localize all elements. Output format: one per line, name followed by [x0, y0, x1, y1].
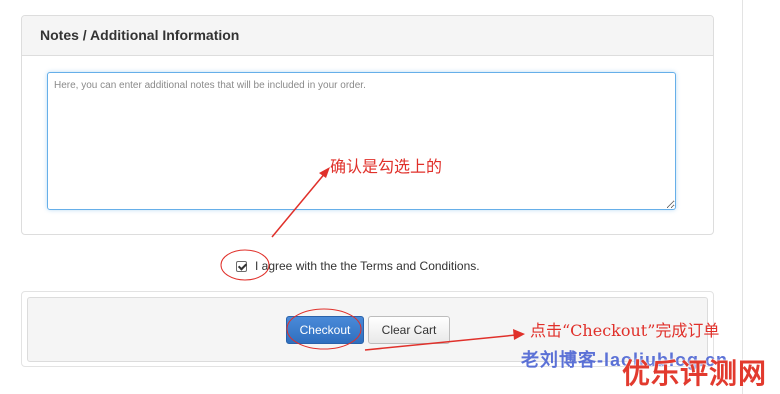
panel-title: Notes / Additional Information — [22, 16, 713, 56]
annotation-confirm-checked: 确认是勾选上的 — [330, 157, 443, 176]
annotation-click-checkout: 点击“Checkout”完成订单 — [530, 321, 720, 340]
terms-row[interactable]: I agree with the the Terms and Condition… — [236, 258, 480, 274]
terms-checkbox[interactable] — [236, 260, 247, 272]
checkout-button[interactable]: Checkout — [286, 316, 364, 344]
notes-panel: Notes / Additional Information — [21, 15, 714, 235]
notes-textarea[interactable] — [47, 72, 676, 210]
right-divider — [742, 0, 743, 394]
clear-cart-button[interactable]: Clear Cart — [368, 316, 450, 344]
site-watermark: 优乐评测网 — [622, 358, 768, 389]
terms-label: I agree with the the Terms and Condition… — [255, 259, 480, 273]
